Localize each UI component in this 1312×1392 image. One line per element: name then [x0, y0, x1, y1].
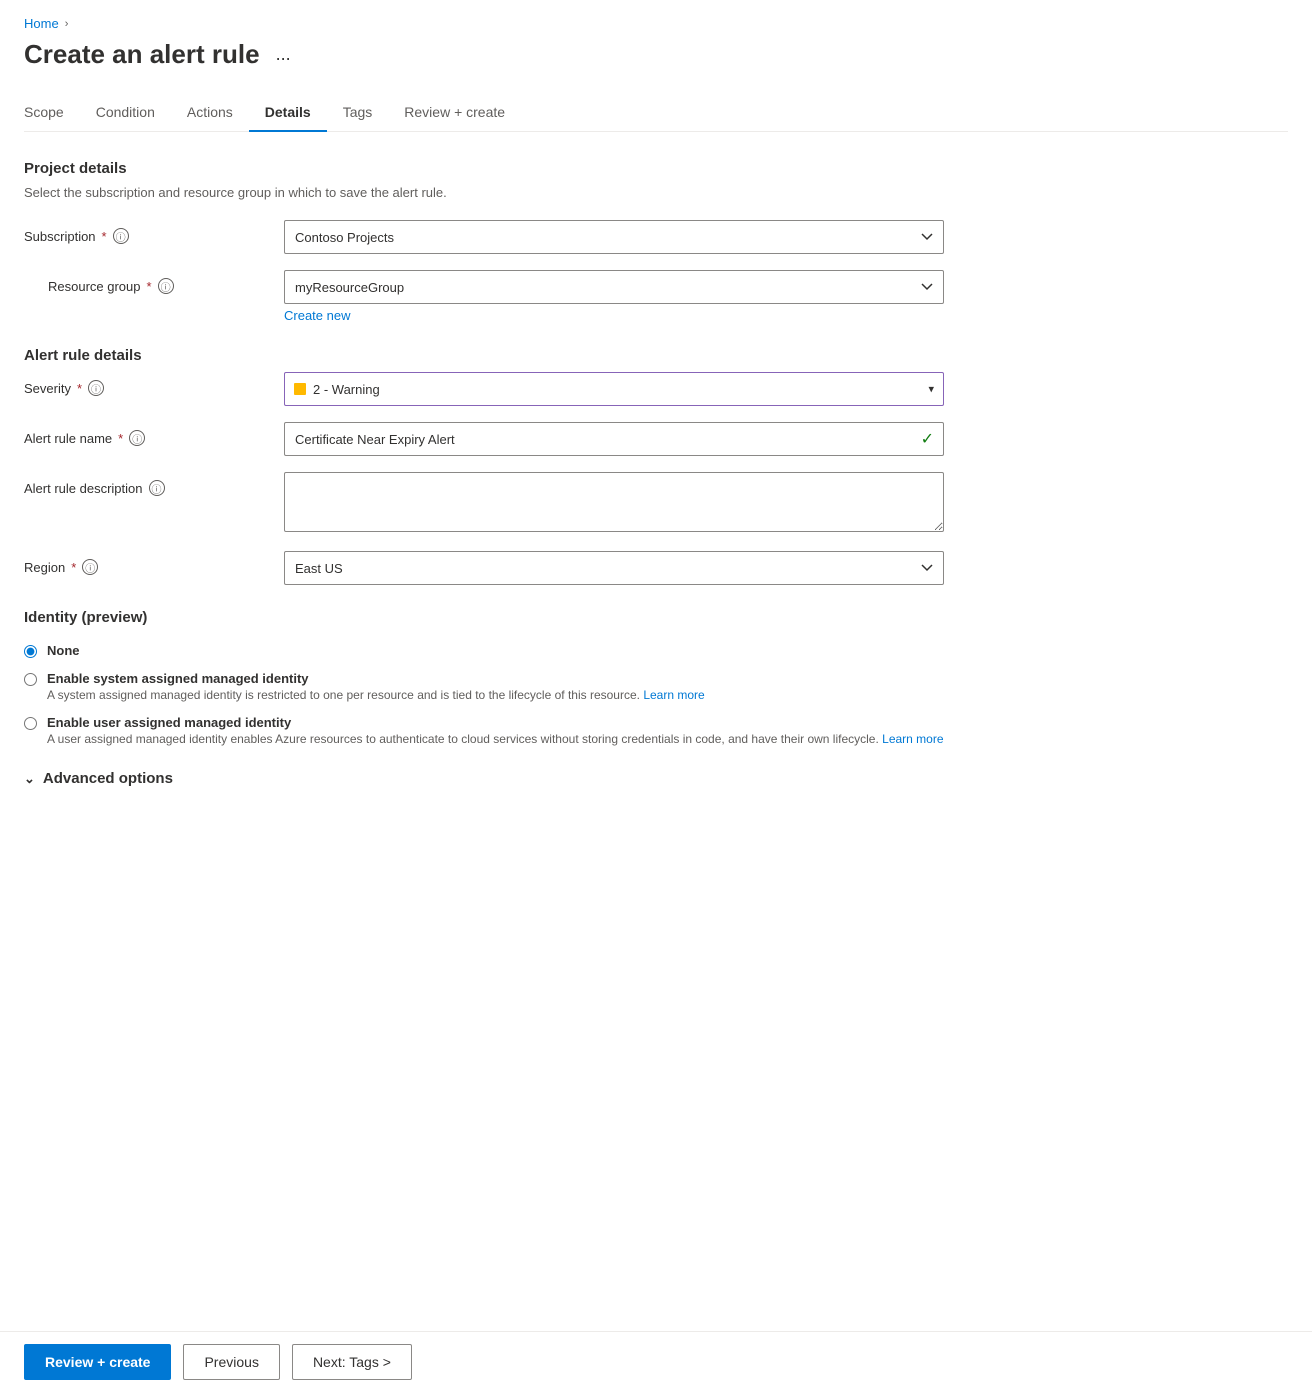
- resource-group-info-icon[interactable]: ⓘ: [158, 278, 174, 294]
- resource-group-select[interactable]: myResourceGroup: [284, 270, 944, 304]
- tab-scope[interactable]: Scope: [24, 94, 80, 132]
- alert-rule-description-textarea[interactable]: [284, 472, 944, 532]
- identity-none-label[interactable]: None: [47, 643, 80, 658]
- subscription-control: Contoso Projects: [284, 220, 1288, 254]
- severity-info-icon[interactable]: ⓘ: [88, 380, 104, 396]
- severity-label-col: Severity * ⓘ: [24, 372, 284, 396]
- review-create-button[interactable]: Review + create: [24, 1344, 171, 1380]
- tab-condition[interactable]: Condition: [80, 94, 171, 132]
- resource-group-control: myResourceGroup Create new: [284, 270, 1288, 323]
- identity-section: Identity (preview) None Enable system as…: [24, 609, 1288, 746]
- tab-details[interactable]: Details: [249, 94, 327, 132]
- alert-rule-name-input[interactable]: [284, 422, 944, 456]
- region-row: Region * ⓘ East US: [24, 551, 1288, 585]
- region-required: *: [71, 560, 76, 575]
- identity-none-label-wrapper: None: [47, 642, 80, 658]
- identity-system-description: A system assigned managed identity is re…: [47, 688, 705, 702]
- subscription-label-col: Subscription * ⓘ: [24, 220, 284, 244]
- alert-rule-name-row: Alert rule name * ⓘ ✓: [24, 422, 1288, 456]
- tab-actions[interactable]: Actions: [171, 94, 249, 132]
- project-details-description: Select the subscription and resource gro…: [24, 185, 1288, 200]
- identity-user-description: A user assigned managed identity enables…: [47, 732, 944, 746]
- subscription-required: *: [102, 229, 107, 244]
- subscription-select[interactable]: Contoso Projects: [284, 220, 944, 254]
- identity-system-assigned-option: Enable system assigned managed identity …: [24, 670, 1288, 702]
- footer: Review + create Previous Next: Tags >: [0, 1331, 1312, 1392]
- subscription-label: Subscription: [24, 229, 96, 244]
- identity-user-label-wrapper: Enable user assigned managed identity A …: [47, 714, 944, 746]
- breadcrumb: Home ›: [24, 16, 1288, 31]
- breadcrumb-separator: ›: [65, 18, 69, 30]
- severity-select[interactable]: 2 - Warning 0 - Critical 1 - Error 3 - I…: [284, 372, 944, 406]
- alert-rule-description-row: Alert rule description ⓘ: [24, 472, 1288, 535]
- previous-button[interactable]: Previous: [183, 1344, 279, 1380]
- project-details-title: Project details: [24, 160, 1288, 177]
- severity-wrapper: 2 - Warning 0 - Critical 1 - Error 3 - I…: [284, 372, 944, 406]
- alert-rule-name-label: Alert rule name: [24, 431, 112, 446]
- next-tags-button[interactable]: Next: Tags >: [292, 1344, 412, 1380]
- severity-row: Severity * ⓘ 2 - Warning 0 - Critical 1 …: [24, 372, 1288, 406]
- severity-label: Severity: [24, 381, 71, 396]
- identity-system-learn-more-link[interactable]: Learn more: [643, 688, 704, 702]
- page-title-row: Create an alert rule ...: [24, 39, 1288, 70]
- advanced-options-label: Advanced options: [43, 770, 173, 787]
- alert-rule-description-control: [284, 472, 1288, 535]
- identity-system-label[interactable]: Enable system assigned managed identity: [47, 671, 309, 686]
- alert-rule-name-input-wrapper: ✓: [284, 422, 944, 456]
- ellipsis-button[interactable]: ...: [270, 42, 297, 67]
- resource-group-label-col: Resource group * ⓘ: [24, 270, 284, 294]
- create-new-link[interactable]: Create new: [284, 308, 350, 323]
- alert-rule-name-info-icon[interactable]: ⓘ: [129, 430, 145, 446]
- alert-rule-description-label-col: Alert rule description ⓘ: [24, 472, 284, 496]
- identity-system-label-wrapper: Enable system assigned managed identity …: [47, 670, 705, 702]
- resource-group-row: Resource group * ⓘ myResourceGroup Creat…: [24, 270, 1288, 323]
- severity-required: *: [77, 381, 82, 396]
- identity-none-radio[interactable]: [24, 645, 37, 658]
- advanced-options-toggle[interactable]: ⌄ Advanced options: [24, 770, 1288, 787]
- tab-tags[interactable]: Tags: [327, 94, 389, 132]
- identity-none-option: None: [24, 642, 1288, 658]
- resource-group-required: *: [147, 279, 152, 294]
- subscription-row: Subscription * ⓘ Contoso Projects: [24, 220, 1288, 254]
- alert-rule-details-section: Alert rule details Severity * ⓘ 2 - Warn…: [24, 347, 1288, 585]
- identity-title: Identity (preview): [24, 609, 1288, 626]
- identity-user-label[interactable]: Enable user assigned managed identity: [47, 715, 291, 730]
- tabs-nav: Scope Condition Actions Details Tags Rev…: [24, 94, 1288, 132]
- identity-user-radio[interactable]: [24, 717, 37, 730]
- alert-rule-name-required: *: [118, 431, 123, 446]
- subscription-info-icon[interactable]: ⓘ: [113, 228, 129, 244]
- alert-rule-description-label: Alert rule description: [24, 481, 143, 496]
- advanced-options-chevron-icon: ⌄: [24, 771, 35, 787]
- region-select[interactable]: East US: [284, 551, 944, 585]
- tab-review-create[interactable]: Review + create: [388, 94, 521, 132]
- breadcrumb-home-link[interactable]: Home: [24, 16, 59, 31]
- alert-rule-name-control: ✓: [284, 422, 1288, 456]
- region-info-icon[interactable]: ⓘ: [82, 559, 98, 575]
- alert-rule-description-info-icon[interactable]: ⓘ: [149, 480, 165, 496]
- region-control: East US: [284, 551, 1288, 585]
- alert-rule-details-title: Alert rule details: [24, 347, 1288, 364]
- identity-user-assigned-option: Enable user assigned managed identity A …: [24, 714, 1288, 746]
- identity-user-learn-more-link[interactable]: Learn more: [882, 732, 943, 746]
- resource-group-label: Resource group: [48, 279, 141, 294]
- severity-control: 2 - Warning 0 - Critical 1 - Error 3 - I…: [284, 372, 1288, 406]
- page-title: Create an alert rule: [24, 39, 260, 70]
- identity-system-radio[interactable]: [24, 673, 37, 686]
- region-label-col: Region * ⓘ: [24, 551, 284, 575]
- region-label: Region: [24, 560, 65, 575]
- alert-rule-name-label-col: Alert rule name * ⓘ: [24, 422, 284, 446]
- project-details-section: Project details Select the subscription …: [24, 160, 1288, 323]
